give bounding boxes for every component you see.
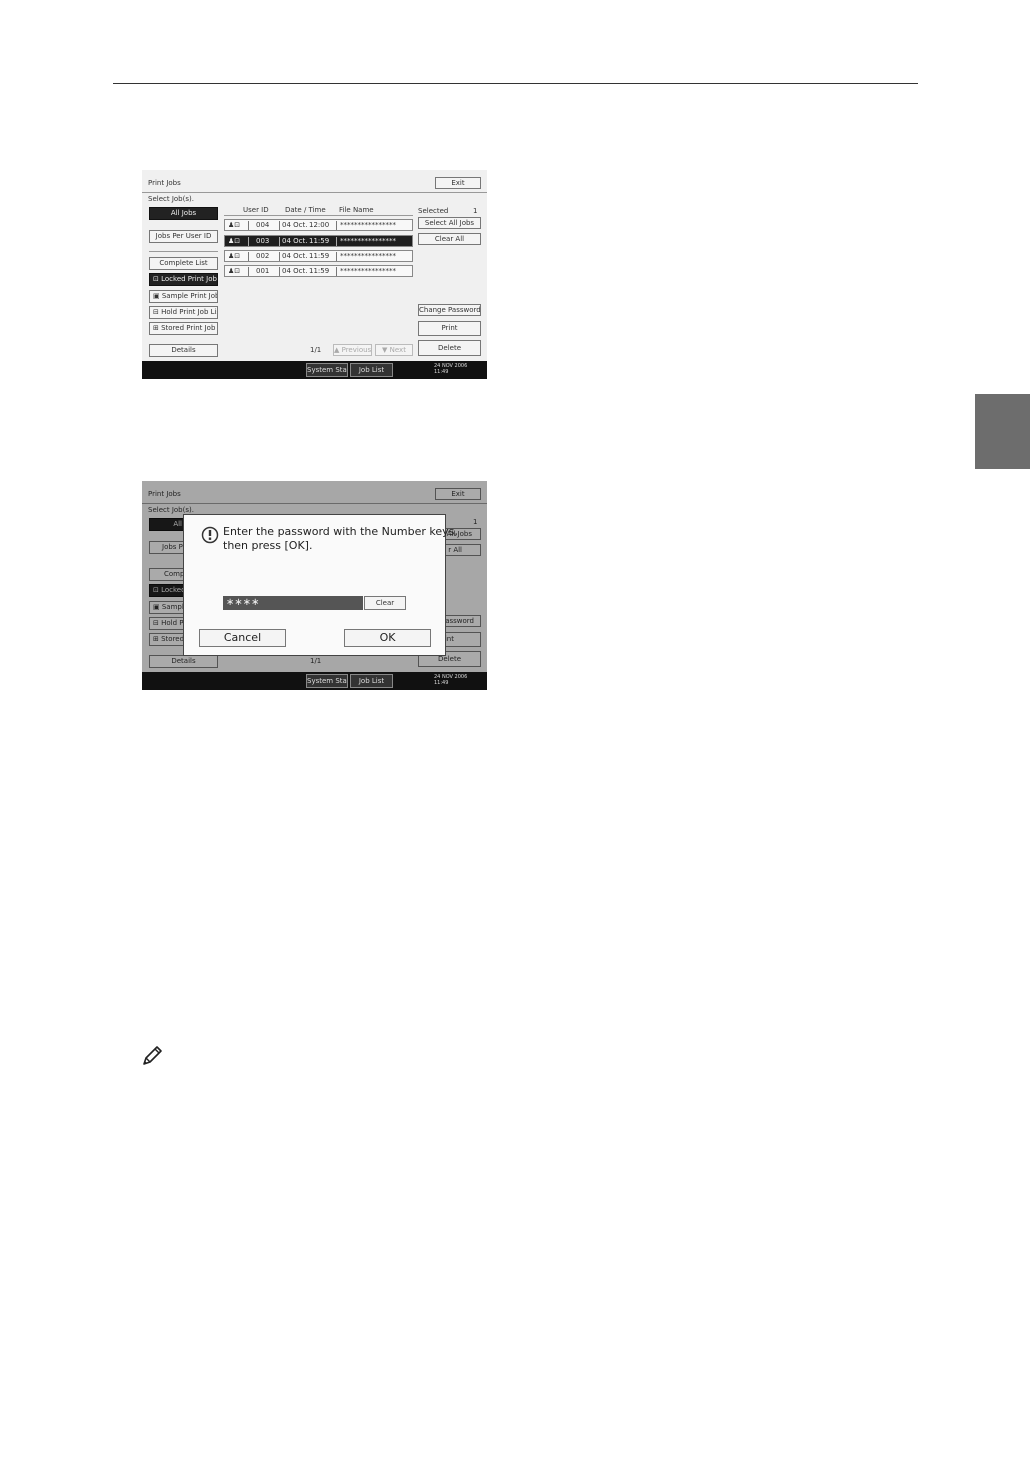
clock: 24 NOV 2006 11:49 (434, 674, 467, 686)
system-status-button[interactable]: System Status (306, 674, 348, 688)
header-divider (224, 215, 413, 216)
stored-icon: ⊞ (153, 324, 159, 332)
chapter-tab (975, 394, 1030, 469)
next-button[interactable]: ▼ Next (375, 344, 413, 356)
delete-button[interactable]: Delete (418, 340, 481, 356)
page-indicator: 1/1 (310, 346, 322, 354)
header-rule (113, 83, 918, 84)
password-dialog: Enter the password with the Number keys,… (183, 514, 458, 656)
status-bar: System Status Job List 24 NOV 2006 11:49 (142, 361, 487, 379)
selected-label: Selected (418, 207, 449, 215)
clock-time: 11:49 (434, 369, 449, 375)
sample-print-job-list-button[interactable]: ▣ Sample Print Job List (149, 290, 218, 303)
row-file-name: **************** (340, 237, 396, 245)
status-bar: System Status Job List 24 NOV 2006 11:49 (142, 672, 487, 690)
left-divider (149, 251, 218, 252)
stored-print-job-list-button[interactable]: ⊞ Stored Print Job List (149, 322, 218, 335)
previous-button[interactable]: ▲ Previous (333, 344, 372, 356)
column-date-time: Date / Time (285, 206, 326, 214)
locked-print-job-list-button[interactable]: ⊡ Locked Print Job List (149, 273, 218, 286)
row-file-name: **************** (340, 252, 396, 260)
ok-button[interactable]: OK (344, 629, 431, 647)
print-jobs-screen: Print Jobs Exit Select Job(s). All Jobs … (142, 170, 487, 379)
print-button[interactable]: Print (418, 321, 481, 336)
table-row[interactable]: ♟⊡ 003 04 Oct. 11:59 **************** (224, 235, 413, 247)
clear-all-button[interactable]: Clear All (418, 233, 481, 245)
row-date: 04 Oct. (282, 221, 308, 229)
row-time: 12:00 (309, 221, 330, 229)
details-button[interactable]: Details (149, 344, 218, 357)
password-input[interactable]: ∗∗∗∗ (223, 596, 363, 610)
clock: 24 NOV 2006 11:49 (434, 363, 467, 375)
row-user-id: 004 (256, 221, 270, 229)
row-file-name: **************** (340, 221, 396, 229)
selected-count: 1 (473, 207, 478, 215)
person-icon: ♟⊡ (228, 237, 241, 245)
row-time: 11:59 (309, 267, 330, 275)
job-list-button[interactable]: Job List (350, 363, 393, 377)
clear-button[interactable]: Clear (364, 596, 406, 610)
row-user-id: 002 (256, 252, 270, 260)
cancel-button[interactable]: Cancel (199, 629, 286, 647)
sample-print-job-list-label: Sample Print Job List (161, 292, 217, 300)
change-password-button[interactable]: Change Password (418, 304, 481, 316)
row-date: 04 Oct. (282, 267, 308, 275)
person-icon: ♟⊡ (228, 252, 241, 260)
dialog-message: Enter the password with the Number keys,… (223, 525, 458, 553)
row-user-id: 001 (256, 267, 270, 275)
password-dialog-screen: Print Jobs Exit Select Job(s). All Jobs … (142, 481, 487, 690)
row-time: 11:59 (309, 252, 330, 260)
select-prompt: Select Job(s). (148, 195, 194, 203)
person-icon: ♟⊡ (228, 267, 241, 275)
table-row[interactable]: ♟⊡ 001 04 Oct. 11:59 **************** (224, 265, 413, 277)
column-file-name: File Name (339, 206, 374, 214)
column-user-id: User ID (243, 206, 269, 214)
sample-icon: ▣ (153, 292, 160, 300)
row-date: 04 Oct. (282, 252, 308, 260)
exit-button[interactable]: Exit (435, 177, 481, 189)
locked-print-job-list-label: Locked Print Job List (161, 275, 217, 283)
hold-icon: ⊟ (153, 308, 159, 316)
pencil-icon (143, 1046, 162, 1065)
prompt-line-2: then press [OK]. (223, 539, 313, 552)
title-divider (142, 192, 487, 193)
prompt-line-1: Enter the password with the Number keys, (223, 525, 458, 538)
job-list-button[interactable]: Job List (350, 674, 393, 688)
row-date: 04 Oct. (282, 237, 308, 245)
table-row[interactable]: ♟⊡ 002 04 Oct. 11:59 **************** (224, 250, 413, 262)
screen-title: Print Jobs (148, 179, 181, 187)
hold-print-job-list-button[interactable]: ⊟ Hold Print Job List (149, 306, 218, 319)
row-file-name: **************** (340, 267, 396, 275)
clock-time: 11:49 (434, 680, 449, 686)
hold-print-job-list-label: Hold Print Job List (161, 308, 218, 316)
complete-list-button[interactable]: Complete List (149, 257, 218, 270)
select-all-jobs-button[interactable]: Select All Jobs (418, 217, 481, 229)
person-icon: ♟⊡ (228, 221, 241, 229)
alert-icon (201, 526, 219, 544)
jobs-per-user-id-button[interactable]: Jobs Per User ID (149, 230, 218, 243)
lock-icon: ⊡ (153, 275, 159, 283)
all-jobs-button[interactable]: All Jobs (149, 207, 218, 220)
row-user-id: 003 (256, 237, 270, 245)
system-status-button[interactable]: System Status (306, 363, 348, 377)
stored-print-job-list-label: Stored Print Job List (161, 324, 217, 332)
row-time: 11:59 (309, 237, 330, 245)
table-row[interactable]: ♟⊡ 004 04 Oct. 12:00 **************** (224, 219, 413, 231)
